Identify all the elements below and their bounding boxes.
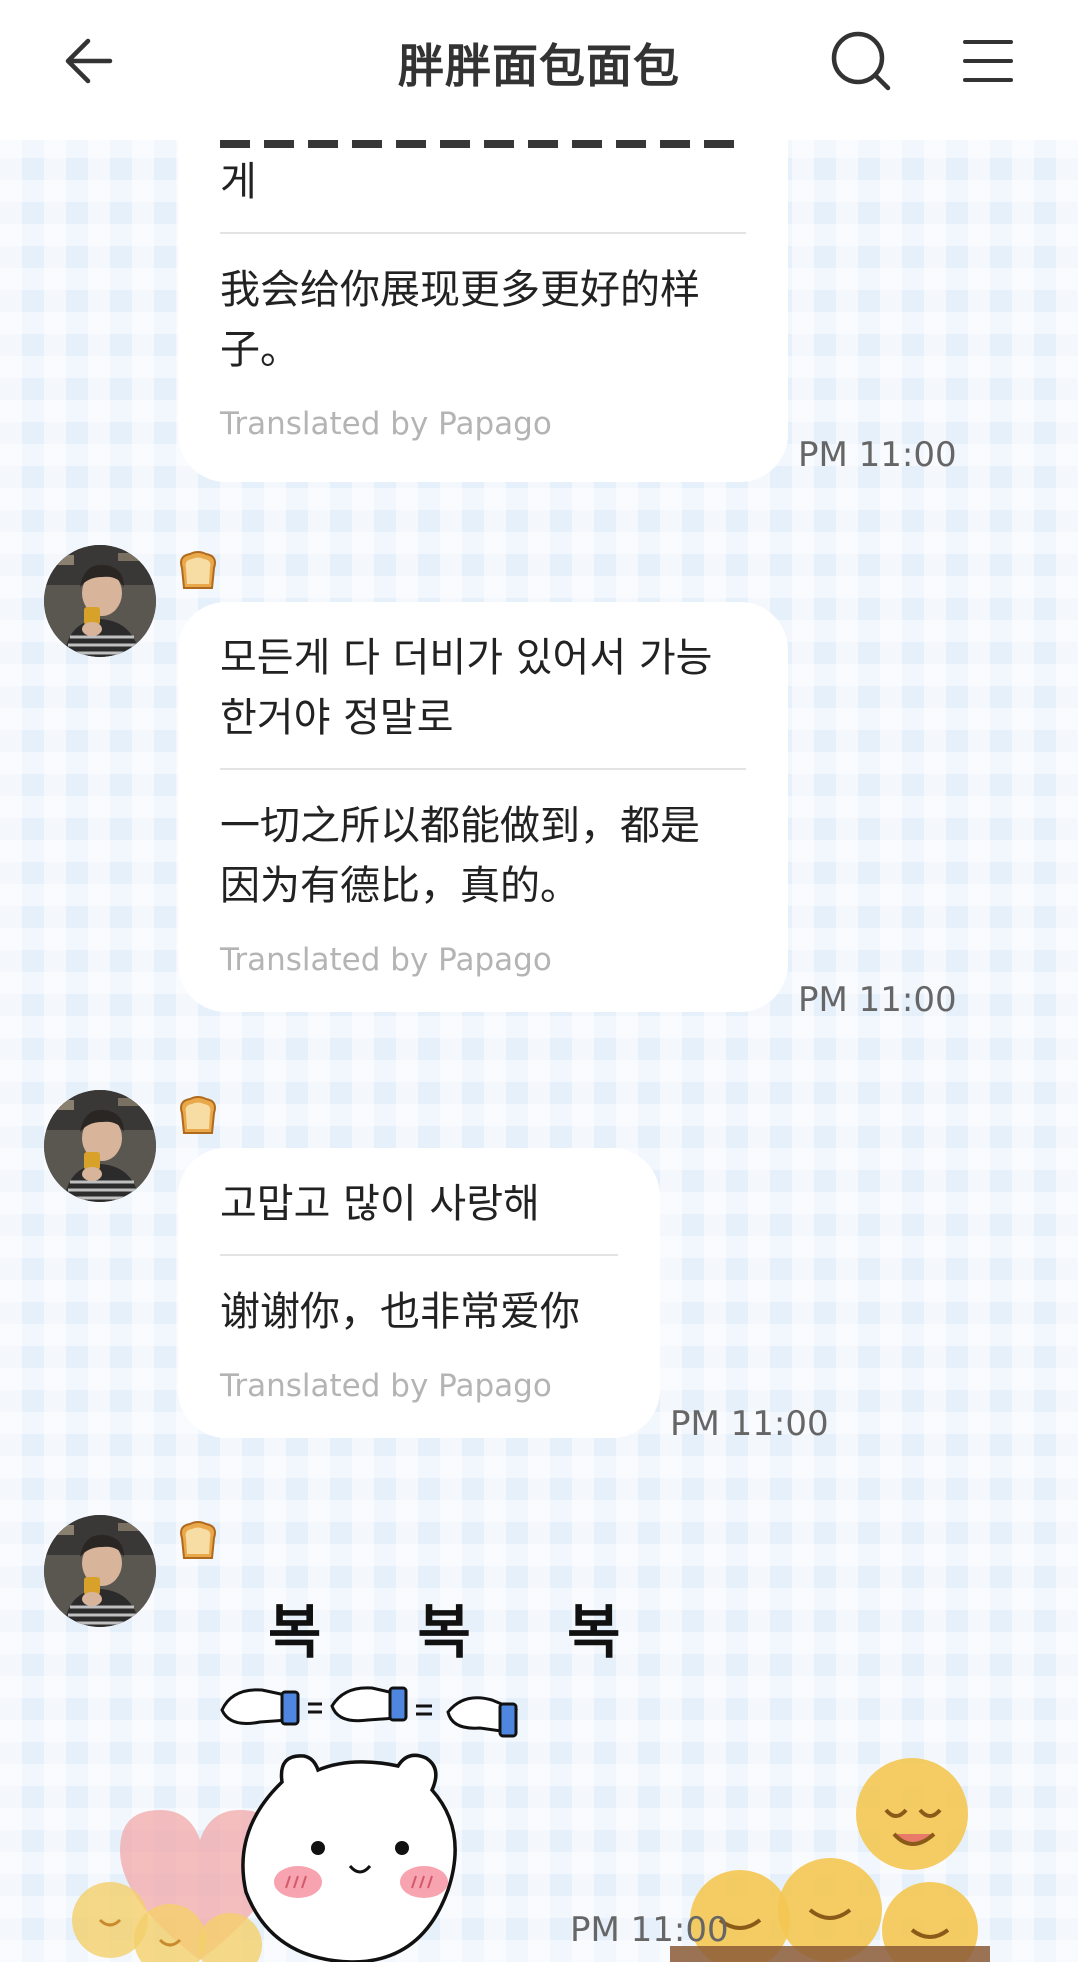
avatar[interactable]	[44, 1515, 156, 1627]
chat-header: 胖胖面包面包	[0, 0, 1078, 140]
bread-icon	[176, 550, 220, 592]
translation-divider	[220, 1254, 618, 1256]
translation-divider	[220, 232, 746, 234]
message-time: PM 11:00	[570, 1910, 729, 1950]
message-original-text-tail: 게	[220, 159, 257, 205]
translation-divider	[220, 768, 746, 770]
message-bubble[interactable]: 모든게 다 더비가 있어서 가능한거야 정말로 一切之所以都能做到，都是因为有德…	[178, 602, 788, 1012]
search-icon[interactable]	[828, 28, 894, 94]
bread-icon	[176, 1095, 220, 1137]
message-original-text	[220, 140, 746, 152]
avatar[interactable]	[44, 545, 156, 657]
bread-icon	[176, 1520, 220, 1562]
message-time: PM 11:00	[798, 980, 957, 1020]
message-bubble[interactable]: 고맙고 많이 사랑해 谢谢你，也非常爱你 Translated by Papag…	[178, 1148, 660, 1438]
message-bubble[interactable]: 게 我会给你展现更多更好的样子。 Translated by Papago	[178, 140, 788, 482]
translation-credit: Translated by Papago	[220, 406, 552, 442]
translation-credit: Translated by Papago	[220, 942, 552, 978]
message-original-text: 고맙고 많이 사랑해	[220, 1181, 540, 1227]
message-time: PM 11:00	[670, 1404, 829, 1444]
translation-credit: Translated by Papago	[220, 1368, 552, 1404]
sticker-image[interactable]	[212, 1670, 532, 1962]
message-translation-text: 我会给你展现更多更好的样子。	[220, 267, 700, 373]
message-translation-text: 一切之所以都能做到，都是因为有德比，真的。	[220, 803, 700, 909]
message-original-text: 모든게 다 더비가 있어서 가능한거야 정말로	[220, 635, 713, 741]
chat-area[interactable]: 게 我会给你展现更多更好的样子。 Translated by Papago PM…	[0, 140, 1078, 1962]
sticker-caption: 복 복 복	[268, 1598, 659, 1666]
message-translation-text: 谢谢你，也非常爱你	[220, 1289, 580, 1335]
message-time: PM 11:00	[798, 435, 957, 475]
avatar[interactable]	[44, 1090, 156, 1202]
chat-title: 胖胖面包面包	[398, 39, 680, 93]
menu-icon[interactable]	[962, 36, 1014, 86]
